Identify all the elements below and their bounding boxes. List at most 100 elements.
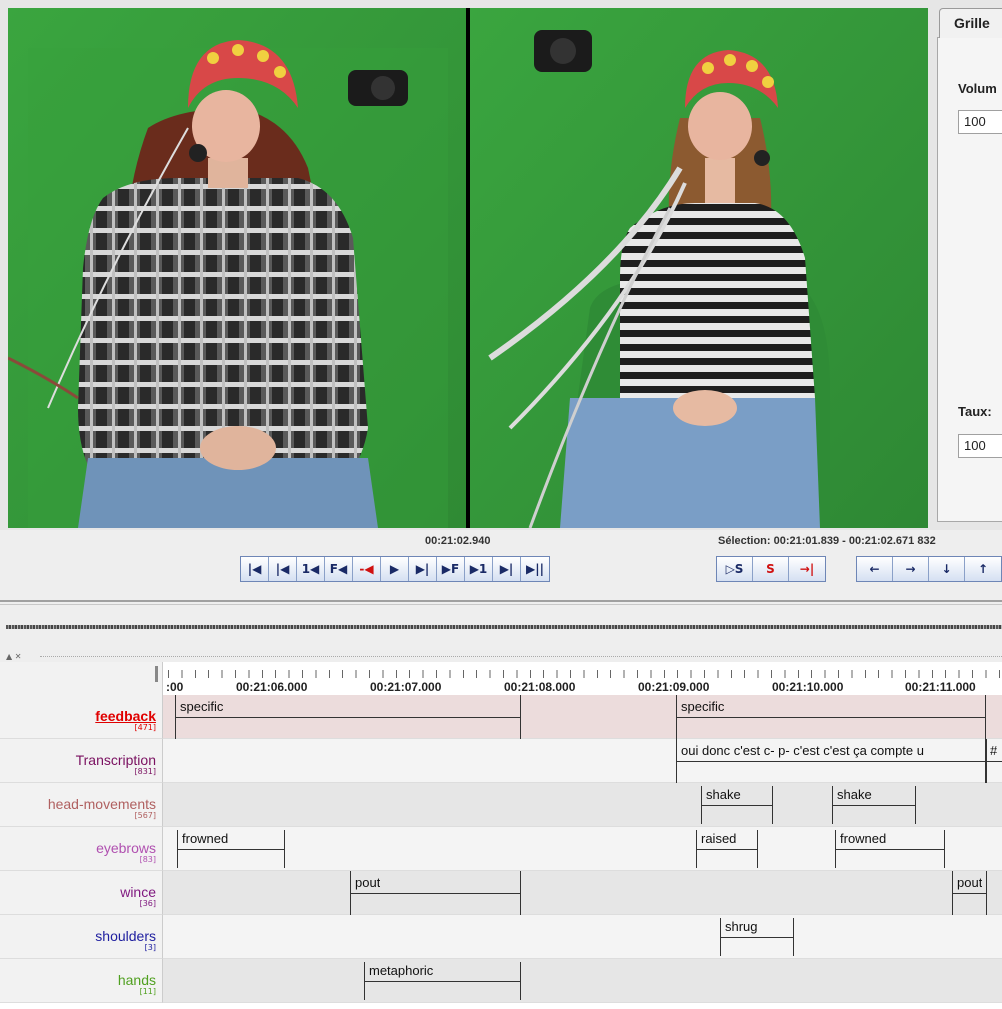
arrow-left-button[interactable]: ← [857, 557, 893, 581]
play-selection-button[interactable]: ▷S [717, 557, 753, 581]
volume-input[interactable]: 100 [958, 110, 1002, 134]
tier-name-feedback[interactable]: feedback [471] [0, 695, 163, 739]
tier-name-wince[interactable]: wince [36] [0, 871, 163, 915]
tier-area[interactable]: metaphoric [163, 959, 1002, 1003]
tier-transcription: Transcription [831] oui donc c'est c- p-… [0, 739, 1002, 783]
selection-time: Sélection: 00:21:01.839 - 00:21:02.671 8… [718, 535, 936, 547]
tier-head-movements: head-movements [567] shake shake [0, 783, 1002, 827]
tier-shoulders: shoulders [3] shrug [0, 915, 1002, 959]
annotation[interactable]: pout [952, 871, 987, 915]
annotation-text: pout [957, 875, 983, 890]
annotation-text: raised [701, 831, 737, 846]
next-scrollview-button[interactable]: ▶| [493, 557, 521, 581]
tick-label: 00:21:06.000 [236, 680, 308, 694]
annotation[interactable]: shake [832, 783, 916, 827]
previous-frame-button[interactable]: F◀ [325, 557, 353, 581]
next-second-button[interactable]: ▶1 [465, 557, 493, 581]
video-left[interactable] [8, 8, 466, 528]
annotation-text: metaphoric [369, 963, 434, 978]
tier-count: [83] [139, 855, 156, 864]
side-panel: Volum 100 Taux: 100 Grille [935, 0, 1002, 530]
next-frame-button[interactable]: ▶F [437, 557, 465, 581]
tier-label: wince [120, 884, 156, 900]
tier-count: [471] [134, 723, 156, 732]
tier-name-eyebrows[interactable]: eyebrows [83] [0, 827, 163, 871]
tier-name-head-movements[interactable]: head-movements [567] [0, 783, 163, 827]
annotation[interactable]: raised [696, 827, 758, 871]
annotation[interactable]: shrug [720, 915, 794, 959]
previous-second-button[interactable]: 1◀ [297, 557, 325, 581]
clear-selection-button[interactable]: S [753, 557, 789, 581]
tier-area[interactable]: shrug [163, 915, 1002, 959]
annotation[interactable]: specific [676, 695, 986, 739]
ruler-header [0, 662, 163, 695]
annotation[interactable]: oui donc c'est c- p- c'est c'est ça comp… [676, 739, 986, 783]
annotation[interactable]: pout [350, 871, 521, 915]
time-ruler[interactable]: :00 00:21:06.000 00:21:07.000 00:21:08.0… [0, 662, 1002, 695]
tier-area[interactable]: shake shake [163, 783, 1002, 827]
tier-count: [36] [139, 899, 156, 908]
annotation[interactable]: # [986, 739, 1002, 783]
annotation[interactable]: frowned [177, 827, 285, 871]
tick-label: 00:21:09.000 [638, 680, 710, 694]
tier-label: head-movements [47, 796, 156, 812]
timeline-viewer: :00 00:21:06.000 00:21:07.000 00:21:08.0… [0, 662, 1002, 1009]
rate-label: Taux: [958, 404, 992, 419]
volume-label: Volum [958, 81, 997, 96]
tier-label: hands [117, 972, 156, 988]
annotation[interactable]: metaphoric [364, 959, 521, 1003]
selection-mode-button[interactable]: →| [789, 557, 825, 581]
next-ms-button[interactable]: ▶| [409, 557, 437, 581]
tier-area[interactable]: frowned raised frowned [163, 827, 1002, 871]
annotation-text: # [990, 743, 998, 758]
resize-handle[interactable] [155, 666, 158, 682]
annotation-text: shake [706, 787, 741, 802]
annotation[interactable]: frowned [835, 827, 945, 871]
tier-label: Transcription [75, 752, 156, 768]
annotation-text: frowned [182, 831, 229, 846]
tier-name-transcription[interactable]: Transcription [831] [0, 739, 163, 783]
annotation-text: pout [355, 875, 381, 890]
side-panel-body: Volum 100 Taux: 100 [937, 37, 1002, 522]
rate-input[interactable]: 100 [958, 434, 1002, 458]
selection-controls: ▷S S →| [716, 556, 826, 582]
video-right[interactable] [470, 8, 928, 528]
video-frame [8, 8, 928, 528]
tab-grille[interactable]: Grille [939, 8, 1002, 38]
tier-area[interactable]: oui donc c'est c- p- c'est c'est ça comp… [163, 739, 1002, 783]
tier-area[interactable]: specific specific [163, 695, 1002, 739]
tick-label: 00:21:08.000 [504, 680, 576, 694]
tier-count: [567] [134, 811, 156, 820]
video-right-image [470, 8, 928, 528]
tick-label: 00:21:07.000 [370, 680, 442, 694]
arrow-down-button[interactable]: ↓ [929, 557, 965, 581]
zoom-icon[interactable]: ▲ ✕ [6, 652, 21, 661]
tier-area[interactable]: pout pout [163, 871, 1002, 915]
annotation-text: frowned [840, 831, 887, 846]
go-to-end-button[interactable]: ▶|| [521, 557, 549, 581]
annotation[interactable]: specific [175, 695, 521, 739]
tier-feedback: feedback [471] specific specific [0, 695, 1002, 739]
previous-ms-button[interactable]: -◀ [353, 557, 381, 581]
tick-label: 00:21:10.000 [772, 680, 844, 694]
tier-count: [831] [134, 767, 156, 776]
signal-overview[interactable] [6, 625, 1002, 629]
arrow-right-button[interactable]: → [893, 557, 929, 581]
previous-ms-icon: -◀ [359, 562, 374, 576]
current-time: 00:21:02.940 [425, 535, 491, 547]
play-button[interactable]: ▶ [381, 557, 409, 581]
annotation[interactable]: shake [701, 783, 773, 827]
dotted-divider [40, 656, 1002, 657]
tier-count: [3] [144, 943, 156, 952]
arrow-up-button[interactable]: ↑ [965, 557, 1001, 581]
previous-scrollview-button[interactable]: |◀ [269, 557, 297, 581]
tier-label: eyebrows [96, 840, 156, 856]
tier-name-shoulders[interactable]: shoulders [3] [0, 915, 163, 959]
tier-eyebrows: eyebrows [83] frowned raised frowned [0, 827, 1002, 871]
tier-name-hands[interactable]: hands [11] [0, 959, 163, 1003]
annotation-text: specific [681, 699, 725, 714]
ruler-ticks [168, 670, 1002, 678]
selection-mode-icon: →| [799, 562, 815, 576]
go-to-begin-button[interactable]: |◀ [241, 557, 269, 581]
annotation-text: specific [180, 699, 224, 714]
